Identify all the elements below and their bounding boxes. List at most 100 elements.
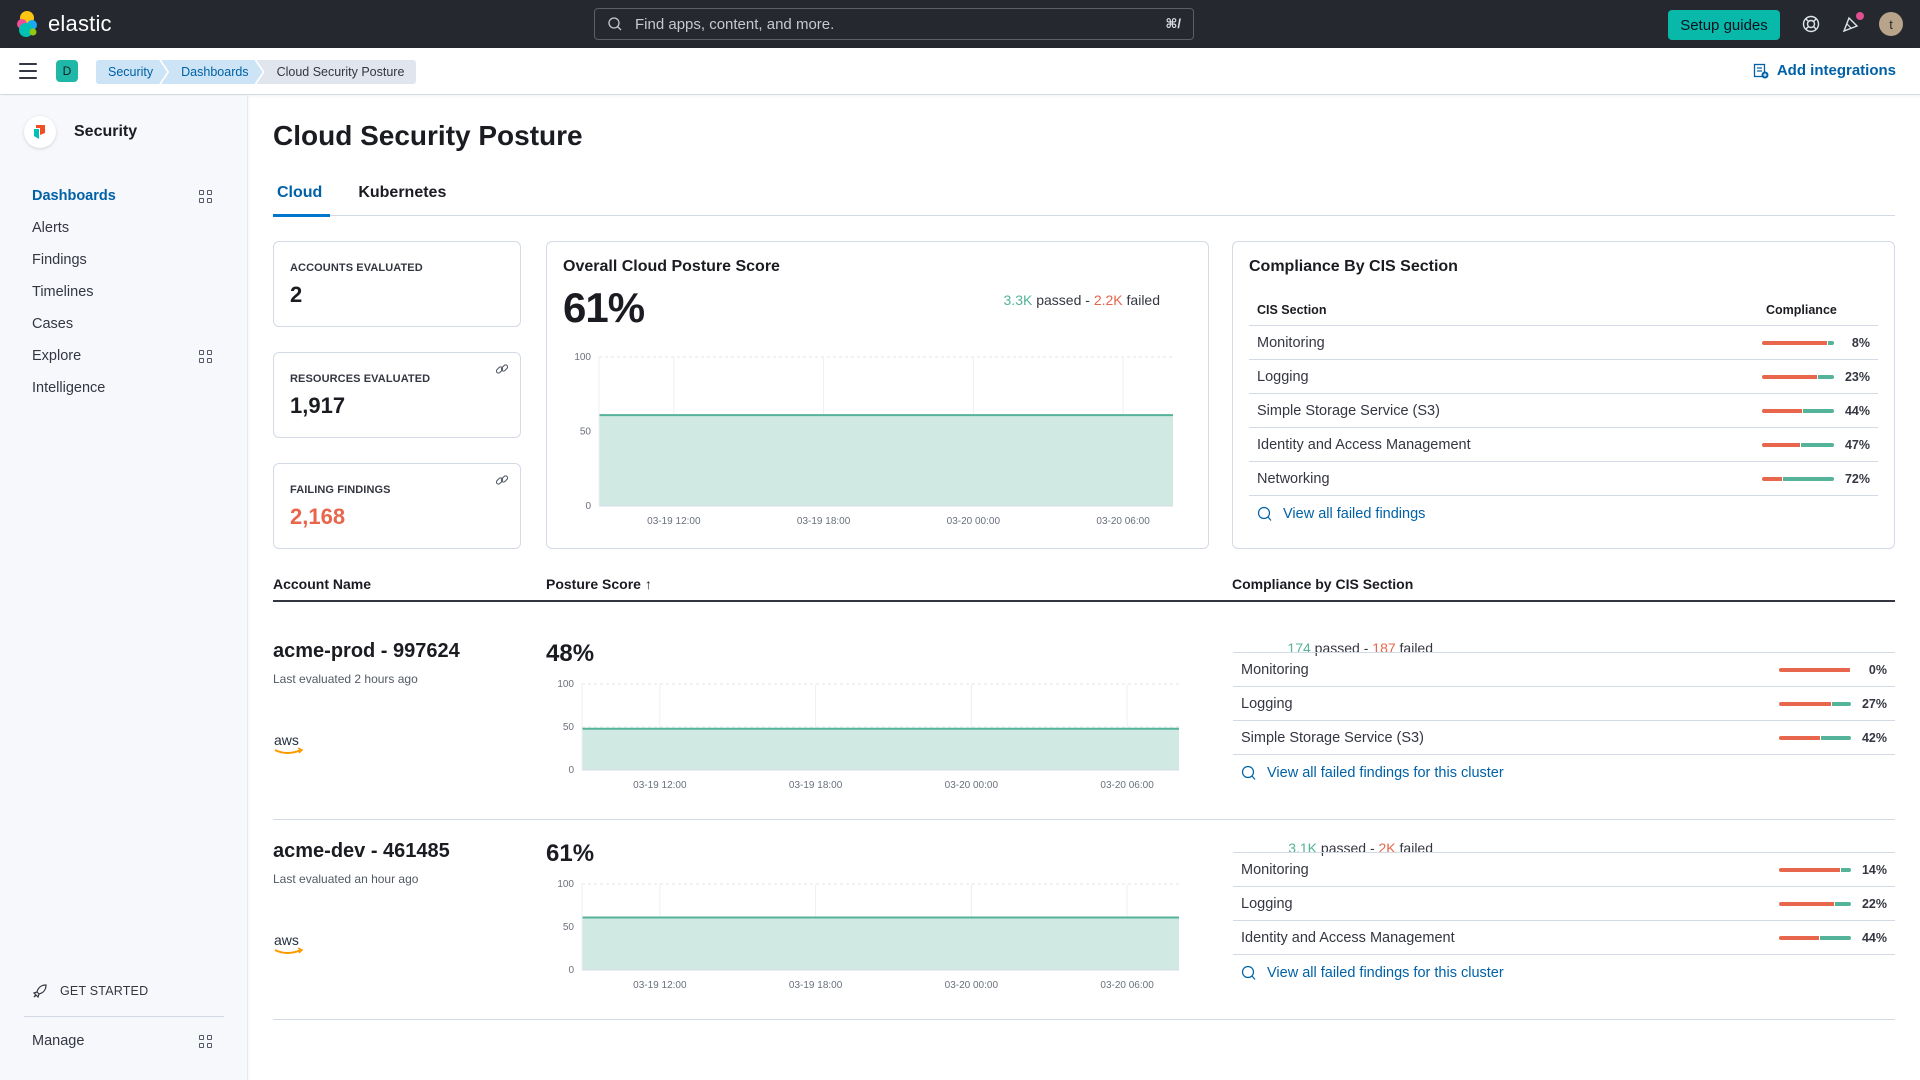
apps-grid-icon[interactable] (199, 349, 212, 363)
view-failed-findings-link[interactable]: View all failed findings for this cluste… (1233, 955, 1895, 991)
cis-row[interactable]: Logging 27% (1233, 687, 1895, 721)
compliance-by-cis-card: Compliance By CIS Section CIS Section Co… (1232, 241, 1895, 549)
cis-section-name: Simple Storage Service (S3) (1257, 402, 1440, 419)
aws-logo-text: aws (274, 932, 299, 948)
cis-row[interactable]: Identity and Access Management 44% (1233, 921, 1895, 955)
x-tick-label: 03-20 00:00 (947, 516, 1001, 527)
tab-cloud[interactable]: Cloud (273, 184, 331, 217)
passed-segment (1841, 867, 1851, 872)
space-avatar[interactable]: D (56, 60, 78, 82)
apps-grid-icon[interactable] (199, 1034, 212, 1048)
view-link-label: View all failed findings for this cluste… (1267, 965, 1504, 981)
aws-logo-icon: aws (274, 732, 304, 754)
x-tick-label: 03-19 12:00 (647, 516, 701, 527)
notification-dot (1856, 12, 1864, 20)
sidebar-footer: GET STARTED Manage (24, 976, 224, 1057)
failed-segment (1779, 867, 1841, 872)
sidebar-item-timelines[interactable]: Timelines (32, 276, 212, 308)
view-failed-findings-link[interactable]: View all failed findings (1249, 496, 1878, 532)
elastic-logo[interactable]: elastic (14, 10, 112, 38)
stat-card-failing[interactable]: FAILING FINDINGS 2,168 (273, 463, 521, 549)
last-evaluated: Last evaluated 2 hours ago (273, 672, 418, 686)
sidebar-item-intelligence[interactable]: Intelligence (32, 372, 212, 404)
failed-segment (1779, 735, 1821, 740)
account-cis-table: Monitoring 14% Logging 22% Identity and Acce… (1233, 852, 1895, 991)
compliance-percent: 23% (1844, 369, 1870, 384)
compliance-bar (1762, 374, 1834, 379)
passed-segment (1831, 701, 1851, 706)
breadcrumb-security[interactable]: Security (96, 60, 167, 84)
user-avatar[interactable]: t (1879, 12, 1903, 36)
cis-row[interactable]: Monitoring 8% (1249, 326, 1878, 360)
sidebar-item-alerts[interactable]: Alerts (32, 212, 212, 244)
view-failed-findings-link[interactable]: View all failed findings for this cluste… (1233, 755, 1895, 791)
col-cis-section[interactable]: CIS Section (1257, 303, 1326, 317)
stat-card-resources[interactable]: RESOURCES EVALUATED 1,917 (273, 352, 521, 438)
account-name[interactable]: acme-dev - 461485 (273, 840, 450, 863)
compliance-indicator: 42% (1779, 731, 1887, 745)
card-title: Compliance By CIS Section (1249, 258, 1458, 275)
compliance-bar (1762, 442, 1834, 447)
failed-count[interactable]: 2.2K (1094, 292, 1123, 308)
y-tick-label: 50 (563, 722, 575, 733)
passed-segment (1835, 901, 1851, 906)
compliance-indicator: 14% (1779, 863, 1887, 877)
link-icon[interactable] (494, 472, 510, 488)
cis-row[interactable]: Logging 22% (1233, 887, 1895, 921)
sidebar-item-manage[interactable]: Manage (24, 1025, 224, 1057)
sidebar-item-label: Timelines (32, 284, 94, 300)
failed-segment (1762, 340, 1828, 345)
sidebar-item-label: Cases (32, 316, 74, 332)
cis-row[interactable]: Logging 23% (1249, 360, 1878, 394)
stat-value: 2,168 (290, 504, 346, 529)
stat-value: 1,917 (290, 393, 346, 418)
cis-row[interactable]: Monitoring 0% (1233, 653, 1895, 687)
sort-ascending-icon[interactable]: ↑ (645, 576, 652, 592)
get-started-link[interactable]: GET STARTED (24, 976, 224, 1006)
x-tick-label: 03-20 00:00 (945, 980, 999, 991)
breadcrumb-dashboards[interactable]: Dashboards (161, 60, 262, 84)
separator: - (1085, 292, 1090, 308)
cis-row[interactable]: Simple Storage Service (S3) 42% (1233, 721, 1895, 755)
cis-row[interactable]: Monitoring 14% (1233, 853, 1895, 887)
x-tick-label: 03-19 18:00 (797, 516, 851, 527)
col-posture-score[interactable]: Posture Score ↑ (546, 576, 652, 592)
col-compliance[interactable]: Compliance (1766, 303, 1870, 317)
stat-label: ACCOUNTS EVALUATED (290, 262, 423, 274)
sidebar-item-cases[interactable]: Cases (32, 308, 212, 340)
cis-row[interactable]: Simple Storage Service (S3) 44% (1249, 394, 1878, 428)
y-tick-label: 0 (568, 765, 574, 776)
failed-segment (1762, 408, 1802, 413)
compliance-indicator: 0% (1779, 663, 1887, 677)
global-search-input[interactable]: Find apps, content, and more. ⌘/ (594, 8, 1194, 40)
compliance-indicator: 8% (1762, 336, 1870, 350)
sidebar-item-dashboards[interactable]: Dashboards (32, 180, 212, 212)
failed-segment (1762, 476, 1782, 481)
page-title: Cloud Security Posture (273, 120, 583, 151)
compliance-indicator: 23% (1762, 370, 1870, 384)
menu-toggle-icon[interactable] (19, 63, 37, 79)
col-account-name[interactable]: Account Name (273, 576, 371, 592)
apps-grid-icon[interactable] (199, 189, 212, 203)
compliance-indicator: 72% (1762, 472, 1870, 486)
tab-kubernetes[interactable]: Kubernetes (354, 184, 450, 216)
failed-segment (1779, 667, 1850, 672)
tab-bar: Cloud Kubernetes (273, 184, 1895, 217)
setup-guides-button[interactable]: Setup guides (1668, 10, 1780, 40)
x-tick-label: 03-19 12:00 (633, 780, 687, 791)
compliance-percent: 42% (1861, 730, 1887, 745)
cis-row[interactable]: Identity and Access Management 47% (1249, 428, 1878, 462)
col-compliance-by-cis[interactable]: Compliance by CIS Section (1232, 576, 1413, 592)
add-integrations-link[interactable]: Add integrations (1753, 62, 1896, 79)
help-icon[interactable] (1800, 13, 1822, 35)
passed-count[interactable]: 3.3K (1004, 292, 1033, 308)
account-name[interactable]: acme-prod - 997624 (273, 640, 460, 663)
sidebar-item-findings[interactable]: Findings (32, 244, 212, 276)
link-icon[interactable] (494, 361, 510, 377)
sidebar-item-explore[interactable]: Explore (32, 340, 212, 372)
view-link-label: View all failed findings for this cluste… (1267, 765, 1504, 781)
cis-section-name: Monitoring (1241, 661, 1309, 678)
sidebar-title: Security (74, 123, 138, 140)
cis-row[interactable]: Networking 72% (1249, 462, 1878, 496)
compliance-bar (1779, 735, 1851, 740)
